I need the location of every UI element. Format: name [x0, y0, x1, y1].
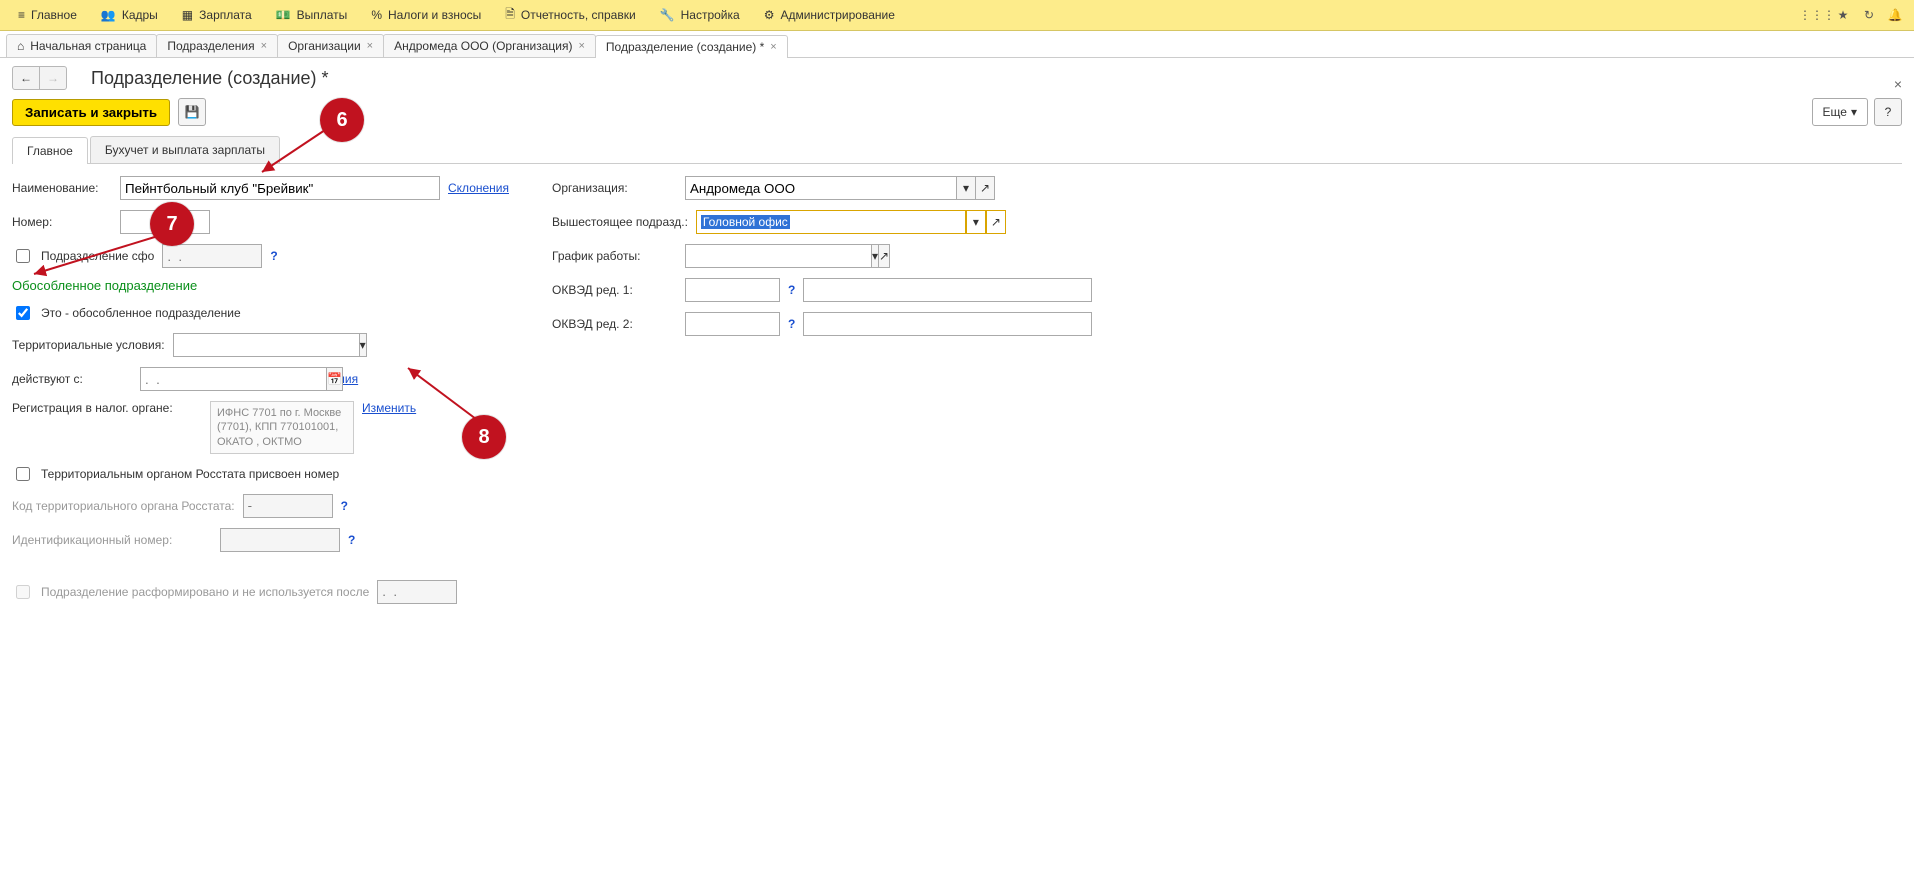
close-icon[interactable]: ×: [578, 40, 584, 52]
history-icon[interactable]: ↻: [1858, 4, 1880, 26]
menu-salary[interactable]: ▦Зарплата: [170, 0, 264, 30]
dropdown-icon[interactable]: ▾: [957, 176, 976, 200]
disband-label: Подразделение расформировано и не исполь…: [41, 585, 369, 599]
save-button[interactable]: 💾: [178, 98, 206, 126]
okved1-label: ОКВЭД ред. 1:: [552, 283, 677, 297]
forward-button[interactable]: →: [39, 66, 67, 90]
from-date-input[interactable]: [140, 367, 327, 391]
star-icon[interactable]: ★: [1832, 4, 1854, 26]
help-button[interactable]: ?: [1874, 98, 1902, 126]
rosstat-checkbox[interactable]: [16, 467, 30, 481]
okved2-text-input[interactable]: [803, 312, 1092, 336]
table-icon: ▦: [182, 8, 193, 22]
okved2-label: ОКВЭД ред. 2:: [552, 317, 677, 331]
apps-icon[interactable]: ⋮⋮⋮: [1806, 4, 1828, 26]
bell-icon[interactable]: 🔔: [1884, 4, 1906, 26]
formed-label: Подразделение сфо: [41, 249, 154, 263]
callout-6: 6: [320, 98, 364, 142]
form-tab-acc[interactable]: Бухучет и выплата зарплаты: [90, 136, 280, 163]
okved1-code-input[interactable]: [685, 278, 780, 302]
diskette-icon: 💾: [185, 105, 200, 119]
okved1-text-input[interactable]: [803, 278, 1092, 302]
menu-admin[interactable]: ⚙Администрирование: [752, 0, 907, 30]
help-icon[interactable]: ?: [270, 249, 277, 263]
close-page-icon[interactable]: ×: [1894, 76, 1902, 92]
name-label: Наименование:: [12, 181, 112, 195]
schedule-label: График работы:: [552, 249, 677, 263]
help-icon[interactable]: ?: [341, 499, 348, 513]
rosstat-code-label: Код территориального органа Росстата:: [12, 499, 235, 513]
menu-pay[interactable]: 💵Выплаты: [264, 0, 360, 30]
change-link[interactable]: Изменить: [362, 401, 416, 415]
wrench-icon: 🔧: [660, 8, 675, 22]
tab-home[interactable]: ⌂Начальная страница: [6, 34, 157, 57]
dropdown-icon[interactable]: ▾: [872, 244, 879, 268]
taxreg-label: Регистрация в налог. органе:: [12, 401, 202, 415]
help-icon[interactable]: ?: [348, 533, 355, 547]
dropdown-icon[interactable]: ▾: [360, 333, 367, 357]
home-icon: ⌂: [17, 39, 24, 53]
page-title: Подразделение (создание) *: [91, 68, 329, 89]
save-close-button[interactable]: Записать и закрыть: [12, 99, 170, 126]
hamburger-icon: ≡: [18, 8, 25, 22]
question-icon: ?: [1885, 105, 1892, 119]
help-icon[interactable]: ?: [788, 317, 795, 331]
rosstat-label: Территориальным органом Росстата присвое…: [41, 467, 339, 481]
separate-checkbox[interactable]: [16, 306, 30, 320]
formed-date-input[interactable]: [162, 244, 262, 268]
tab-current[interactable]: Подразделение (создание) *×: [595, 35, 788, 58]
callout-8: 8: [462, 415, 506, 459]
menu-main[interactable]: ≡Главное: [6, 0, 89, 30]
gear-icon: ⚙: [764, 8, 775, 22]
disband-checkbox: [16, 585, 30, 599]
separate-section-title: Обособленное подразделение: [12, 278, 512, 293]
wallet-icon: 💵: [276, 8, 291, 22]
rosstat-code-input: [243, 494, 333, 518]
name-input[interactable]: [120, 176, 440, 200]
dropdown-icon[interactable]: ▾: [966, 210, 986, 234]
form-tab-main[interactable]: Главное: [12, 137, 88, 164]
menu-tax[interactable]: %Налоги и взносы: [359, 0, 493, 30]
ident-input: [220, 528, 340, 552]
tab-bar: ⌂Начальная страница Подразделения× Орган…: [0, 31, 1914, 58]
parent-input[interactable]: Головной офис: [696, 210, 966, 234]
schedule-input[interactable]: [685, 244, 872, 268]
open-icon[interactable]: ↗: [976, 176, 995, 200]
okved2-code-input[interactable]: [685, 312, 780, 336]
menu-report[interactable]: 🗎Отчетность, справки: [493, 0, 647, 30]
menu-setup[interactable]: 🔧Настройка: [648, 0, 752, 30]
chevron-down-icon: ▾: [1851, 105, 1857, 119]
org-label: Организация:: [552, 181, 677, 195]
formed-checkbox[interactable]: [16, 249, 30, 263]
back-button[interactable]: ←: [12, 66, 40, 90]
percent-icon: %: [371, 8, 382, 22]
doc-icon: 🗎: [505, 5, 515, 26]
open-icon[interactable]: ↗: [879, 244, 890, 268]
territory-input[interactable]: [173, 333, 360, 357]
separate-label: Это - обособленное подразделение: [41, 306, 241, 320]
callout-7: 7: [150, 202, 194, 246]
close-icon[interactable]: ×: [770, 41, 776, 53]
help-icon[interactable]: ?: [788, 283, 795, 297]
more-button[interactable]: Еще▾: [1812, 98, 1868, 126]
menu-hr[interactable]: 👥Кадры: [89, 0, 170, 30]
org-input[interactable]: [685, 176, 957, 200]
tab-dept[interactable]: Подразделения×: [156, 34, 278, 57]
ident-label: Идентификационный номер:: [12, 533, 212, 547]
tab-andro[interactable]: Андромеда ООО (Организация)×: [383, 34, 596, 57]
close-icon[interactable]: ×: [261, 40, 267, 52]
open-icon[interactable]: ↗: [986, 210, 1006, 234]
number-label: Номер:: [12, 215, 112, 229]
parent-label: Вышестоящее подразд.:: [552, 215, 688, 229]
people-icon: 👥: [101, 8, 116, 22]
disband-date-input: [377, 580, 457, 604]
calendar-icon[interactable]: 📅: [327, 367, 343, 391]
territory-label: Территориальные условия:: [12, 338, 165, 352]
taxreg-value: ИФНС 7701 по г. Москве (7701), КПП 77010…: [210, 401, 354, 454]
close-icon[interactable]: ×: [367, 40, 373, 52]
from-label: действуют с:: [12, 372, 132, 386]
declensions-link[interactable]: Склонения: [448, 181, 509, 195]
top-menu: ≡Главное 👥Кадры ▦Зарплата 💵Выплаты %Нало…: [0, 0, 1914, 31]
tab-org[interactable]: Организации×: [277, 34, 384, 57]
